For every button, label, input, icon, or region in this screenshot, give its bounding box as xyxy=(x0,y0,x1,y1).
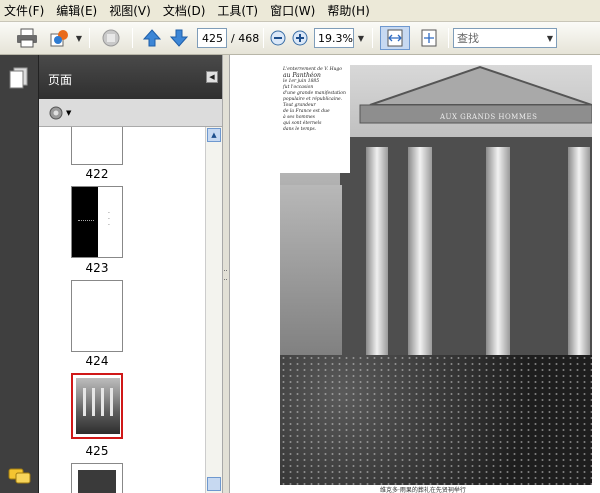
comments-panel-button[interactable] xyxy=(8,467,32,490)
scroll-thumb[interactable] xyxy=(207,477,221,491)
zoom-out-icon xyxy=(270,30,286,46)
print-button[interactable] xyxy=(14,26,40,50)
thumbnail-scrollbar[interactable]: ▲ xyxy=(205,127,223,493)
share-icon xyxy=(50,30,68,47)
zoom-in-button[interactable] xyxy=(290,26,310,50)
page-photograph: AUX GRANDS HOMMES L'enterrement de V. Hu… xyxy=(280,65,592,485)
options-button[interactable]: ▼ xyxy=(48,105,71,121)
zoom-dropdown[interactable]: ▼ xyxy=(355,28,367,48)
collaborate-button[interactable] xyxy=(98,26,124,50)
pages-icon xyxy=(9,67,28,89)
thumbnail-page[interactable] xyxy=(71,127,123,165)
pediment-graphic xyxy=(359,65,592,124)
arrow-up-icon xyxy=(142,29,162,47)
collaborate-icon xyxy=(102,29,120,47)
fit-width-button[interactable] xyxy=(380,26,410,50)
fit-page-icon xyxy=(421,29,437,47)
navigation-pane-strip xyxy=(0,55,38,493)
gear-icon xyxy=(49,106,63,120)
menu-document[interactable]: 文档(D) xyxy=(163,2,206,19)
pages-panel: 页面 ◀ ▼ 422 · · · 423 424 425 ▲ xyxy=(38,55,223,493)
page-number-input[interactable]: 425 xyxy=(197,28,227,48)
document-view[interactable]: AUX GRANDS HOMMES L'enterrement de V. Hu… xyxy=(230,55,600,493)
menu-view[interactable]: 视图(V) xyxy=(109,2,151,19)
printer-icon xyxy=(17,28,37,48)
share-button[interactable] xyxy=(48,26,72,50)
next-page-button[interactable] xyxy=(167,26,191,50)
thumbnail-page-selected[interactable] xyxy=(71,373,123,439)
menu-window[interactable]: 窗口(W) xyxy=(270,2,315,19)
collapse-panel-button[interactable]: ◀ xyxy=(206,71,218,83)
chevron-down-icon: ▼ xyxy=(66,109,72,117)
menu-tools[interactable]: 工具(T) xyxy=(217,2,258,19)
fit-width-icon xyxy=(387,29,403,47)
arrow-down-icon xyxy=(169,29,189,47)
thumbnail-page[interactable] xyxy=(71,463,123,493)
pediment-inscription: AUX GRANDS HOMMES xyxy=(440,113,538,121)
thumbnail-list: 422 · · · 423 424 425 xyxy=(39,127,205,493)
search-input[interactable]: 查找 xyxy=(453,28,557,48)
thumbnail-page[interactable] xyxy=(71,280,123,352)
thumbnail-label: 425 xyxy=(85,444,109,458)
zoom-in-icon xyxy=(292,30,308,46)
menu-file[interactable]: 文件(F) xyxy=(4,2,44,19)
pages-panel-button[interactable] xyxy=(9,67,29,92)
pages-options-bar: ▼ xyxy=(39,99,223,127)
menu-bar: 文件(F) 编辑(E) 视图(V) 文档(D) 工具(T) 窗口(W) 帮助(H… xyxy=(0,0,600,22)
menu-edit[interactable]: 编辑(E) xyxy=(56,2,97,19)
thumbnail-label: 422 xyxy=(85,167,109,181)
thumbnail-page[interactable]: · · · xyxy=(71,186,123,258)
thumbnail-label: 424 xyxy=(85,354,109,368)
zoom-input[interactable]: 19.3% xyxy=(314,28,354,48)
comment-icon xyxy=(8,468,31,484)
thumbnail-label: 423 xyxy=(85,261,109,275)
pages-panel-title: 页面 xyxy=(48,73,73,87)
share-dropdown[interactable]: ▼ xyxy=(73,28,85,48)
previous-page-button[interactable] xyxy=(140,26,164,50)
search-dropdown[interactable]: ▼ xyxy=(544,28,556,48)
panel-splitter[interactable] xyxy=(222,55,230,493)
scroll-up-button[interactable]: ▲ xyxy=(207,128,221,142)
menu-help[interactable]: 帮助(H) xyxy=(327,2,369,19)
total-pages: / 468 xyxy=(231,32,260,45)
fit-page-button[interactable] xyxy=(416,26,442,50)
photo-caption: 维克多·雨果的葬礼在先贤祠举行 xyxy=(380,487,466,493)
pages-panel-header: 页面 ◀ xyxy=(39,55,223,99)
toolbar: ▼ 425 / 468 19.3% ▼ 查找 ▼ xyxy=(0,22,600,55)
zoom-out-button[interactable] xyxy=(268,26,288,50)
inscription-text: L'enterrement de V. Hugo au Panthéon le … xyxy=(280,65,350,173)
